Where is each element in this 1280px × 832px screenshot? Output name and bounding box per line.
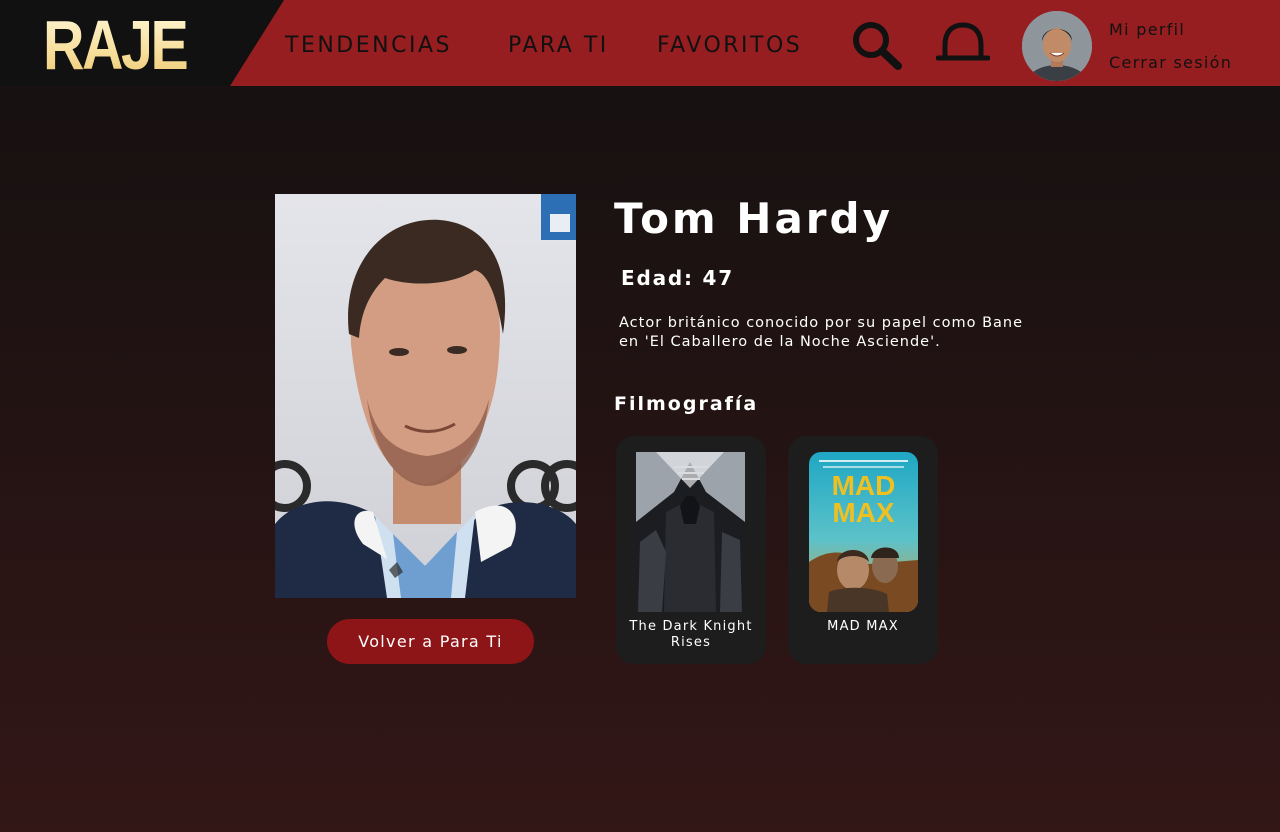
actor-photo xyxy=(275,194,576,598)
movie-title: MAD MAX xyxy=(827,619,899,634)
actor-name: Tom Hardy xyxy=(614,194,893,243)
actor-bio: Actor británico conocido por su papel co… xyxy=(619,315,1024,350)
actor-age: Edad: 47 xyxy=(621,266,734,290)
search-icon[interactable] xyxy=(850,20,904,72)
movie-card[interactable]: MAD MAX MAD MAX xyxy=(788,436,938,664)
movie-poster: MAD MAX xyxy=(809,452,918,612)
back-to-para-ti-button[interactable]: Volver a Para Ti xyxy=(327,619,534,664)
logout-link[interactable]: Cerrar sesión xyxy=(1109,53,1232,72)
movie-card[interactable]: The Dark Knight Rises xyxy=(616,436,766,664)
svg-text:MAX: MAX xyxy=(832,497,895,528)
movie-title: The Dark Knight Rises xyxy=(629,619,753,650)
logo-area: RAJE xyxy=(0,0,284,86)
movie-poster xyxy=(636,452,745,612)
nav-para-ti[interactable]: PARA TI xyxy=(508,33,609,59)
nav-favoritos[interactable]: FAVORITOS xyxy=(657,33,802,59)
user-avatar[interactable] xyxy=(1022,11,1092,81)
nav-tendencias[interactable]: TENDENCIAS xyxy=(285,33,452,59)
my-profile-link[interactable]: Mi perfil xyxy=(1109,20,1185,39)
filmography-title: Filmografía xyxy=(614,393,759,415)
top-navbar: RAJE TENDENCIAS PARA TI FAVORITOS Mi per… xyxy=(0,0,1280,86)
raje-logo[interactable]: RAJE xyxy=(43,10,189,80)
bell-icon[interactable] xyxy=(935,21,991,63)
